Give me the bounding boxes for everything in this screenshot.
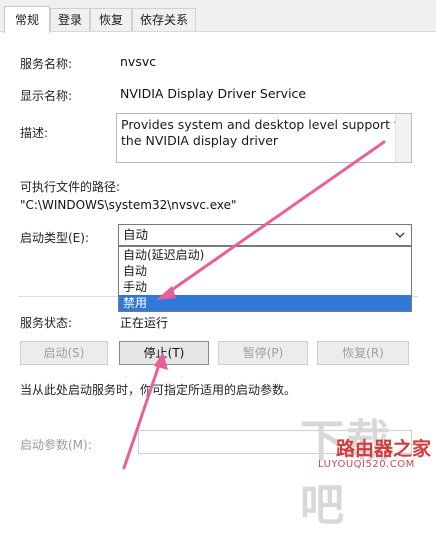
description-box[interactable]: Provides system and desktop level suppor… — [116, 113, 412, 163]
startup-type-label: 启动类型(E): — [20, 231, 89, 245]
tab-divider — [0, 31, 436, 32]
service-name-value: nvsvc — [120, 54, 157, 69]
service-status-value: 正在运行 — [120, 316, 169, 330]
service-status-label: 服务状态: — [20, 316, 73, 330]
resume-button[interactable]: 恢复(R) — [317, 341, 409, 365]
service-name-label: 服务名称: — [20, 57, 73, 71]
startup-option-auto-delayed[interactable]: 自动(延迟启动) — [119, 247, 411, 263]
startup-params-hint: 当从此处启动服务时，你可指定所适用的启动参数。 — [20, 383, 297, 397]
site-logo-text: 路由器之家 — [336, 438, 432, 460]
path-label: 可执行文件的路径: — [20, 180, 121, 194]
start-button[interactable]: 启动(S) — [20, 341, 108, 365]
path-value: "C:\WINDOWS\system32\nvsvc.exe" — [20, 198, 237, 212]
tab-dependencies[interactable]: 依存关系 — [132, 8, 196, 31]
site-logo-url: LUYOUQI520.COM — [318, 459, 415, 470]
stop-button[interactable]: 停止(T) — [119, 341, 209, 365]
tab-general[interactable]: 常规 — [4, 6, 50, 33]
startup-option-disabled[interactable]: 禁用 — [119, 295, 411, 311]
description-line-2: the NVIDIA display driver — [121, 133, 279, 148]
description-line-1: Provides system and desktop level suppor… — [121, 117, 407, 132]
startup-type-dropdown: 自动(延迟启动) 自动 手动 禁用 — [118, 246, 412, 312]
pause-button[interactable]: 暂停(P) — [218, 341, 308, 365]
startup-option-auto[interactable]: 自动 — [119, 263, 411, 279]
tab-recovery[interactable]: 恢复 — [90, 8, 132, 31]
description-label: 描述: — [20, 126, 49, 140]
startup-params-label: 启动参数(M): — [20, 438, 92, 452]
startup-type-selected: 自动 — [123, 227, 149, 242]
startup-option-manual[interactable]: 手动 — [119, 279, 411, 295]
display-name-value[interactable]: NVIDIA Display Driver Service — [120, 86, 306, 101]
description-scrollbar[interactable] — [395, 114, 411, 162]
tab-logon[interactable]: 登录 — [50, 8, 90, 31]
startup-type-select[interactable]: 自动 — [118, 224, 412, 246]
display-name-label: 显示名称: — [20, 89, 73, 103]
chevron-down-icon — [395, 232, 405, 238]
